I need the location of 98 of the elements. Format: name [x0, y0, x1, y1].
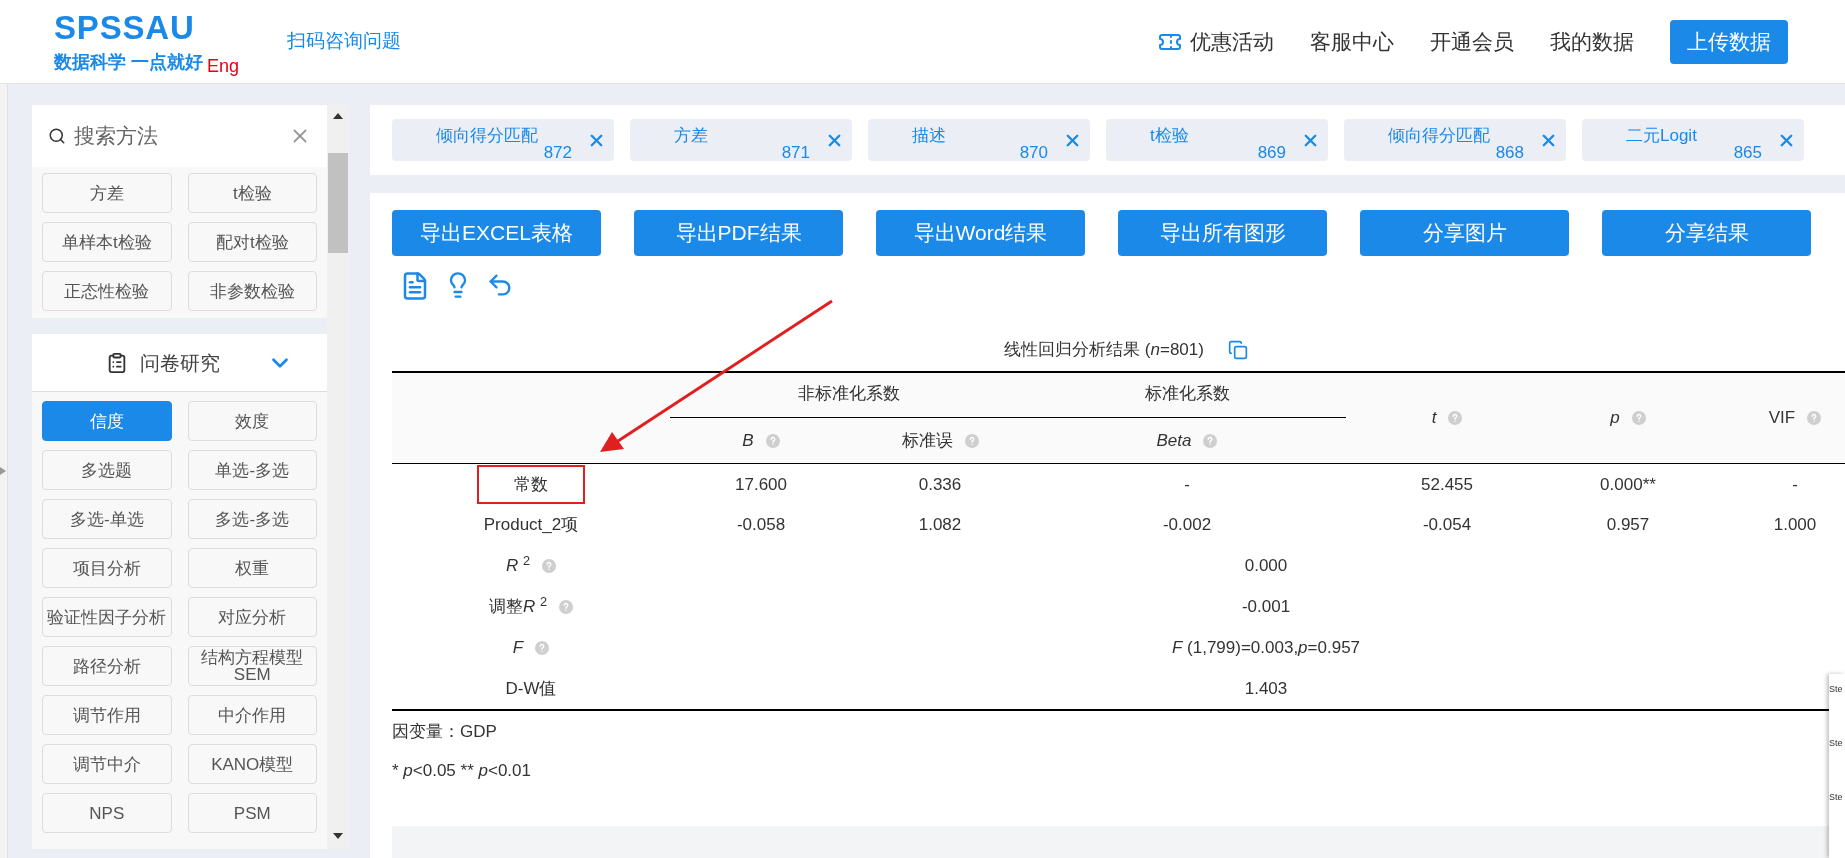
table-title: 线性回归分析结果 (n=801) [1004, 339, 1204, 361]
row-label: D-W值 [505, 677, 557, 700]
table-cell: 52.455 [1421, 474, 1473, 494]
scrollbar-thumb[interactable] [328, 153, 348, 253]
table-cell: - [1792, 474, 1798, 494]
copy-icon[interactable] [1227, 339, 1248, 360]
consult-link[interactable]: 扫码咨询问题 [287, 27, 402, 56]
collapse-arrow-icon[interactable] [0, 467, 6, 475]
method-button[interactable]: 非参数检验 [187, 271, 317, 311]
table-cell: 1.403 [1244, 678, 1288, 698]
table-cell: 0.000** [1600, 474, 1656, 494]
method-button[interactable]: 多选-单选 [42, 499, 172, 539]
method-button[interactable]: 效度 [187, 401, 317, 441]
method-button[interactable]: 配对t检验 [187, 222, 317, 262]
tab-number: 869 [1257, 141, 1286, 164]
method-button[interactable]: 正态性检验 [42, 271, 172, 311]
nav-link[interactable]: 开通会员 [1430, 25, 1514, 58]
column-header: t [1431, 408, 1437, 427]
slogan: 数据科学 一点就好 [54, 52, 203, 72]
logo[interactable]: SPSSAU [54, 11, 240, 45]
tab-label: 描述 [912, 125, 946, 147]
tab-label: 方差 [674, 125, 708, 147]
export-button[interactable]: 导出所有图形 [1118, 210, 1327, 256]
method-button[interactable]: 权重 [187, 548, 317, 588]
method-button[interactable]: 调节中介 [42, 744, 172, 784]
column-header: VIF [1768, 408, 1796, 427]
step-label[interactable]: Ste [1829, 792, 1845, 802]
table-cell: F (1,799)=0.003,p=0.957 [1171, 638, 1361, 658]
tab-number: 870 [1019, 141, 1048, 164]
method-button[interactable]: 方差 [42, 173, 172, 213]
method-button[interactable]: 多选题 [42, 450, 172, 490]
scroll-down-icon[interactable] [333, 833, 343, 839]
table-cell: 0.000 [1244, 556, 1288, 576]
tab-number: 868 [1495, 141, 1524, 164]
tab-label: 倾向得分匹配 [436, 125, 538, 147]
row-label: F [512, 637, 524, 660]
table-cell: -0.054 [1422, 515, 1472, 535]
group-header[interactable]: 问卷研究 [32, 334, 327, 392]
tab-number: 871 [781, 141, 810, 164]
method-button[interactable]: t检验 [187, 173, 317, 213]
method-button[interactable]: 验证性因子分析 [42, 597, 172, 637]
method-button[interactable]: PSM [187, 793, 317, 833]
row-label: 调整R $^{2}$ [488, 594, 548, 619]
column-header: B [742, 430, 754, 450]
step-label[interactable]: Ste [1829, 738, 1845, 748]
table-footnote: * p<0.05 ** p<0.01 [392, 761, 531, 780]
export-button[interactable]: 分享结果 [1602, 210, 1811, 256]
tab-label: 二元Logit [1626, 125, 1697, 147]
scroll-up-icon[interactable] [333, 113, 343, 119]
table-cell: 17.600 [735, 474, 787, 494]
export-button[interactable]: 导出EXCEL表格 [392, 210, 601, 256]
step-label[interactable]: Ste [1829, 684, 1845, 694]
method-button[interactable]: 路径分析 [42, 646, 172, 686]
export-button[interactable]: 导出PDF结果 [634, 210, 843, 256]
method-button[interactable]: 单选-多选 [187, 450, 317, 490]
column-header: 标准误 [901, 430, 953, 450]
table-cell: -0.002 [1162, 515, 1212, 535]
method-button[interactable]: 结构方程模型SEM [187, 646, 317, 686]
method-button[interactable]: 信度 [42, 401, 172, 441]
language-link[interactable]: Eng [207, 53, 240, 80]
table-cell: - [1184, 474, 1190, 494]
table-cell: 0.336 [918, 474, 962, 494]
method-button[interactable]: 多选-多选 [187, 499, 317, 539]
table-cell: 0.957 [1606, 515, 1650, 535]
table-cell: 1.000 [1773, 515, 1817, 535]
questionnaire-icon [106, 351, 128, 374]
tab-number: 865 [1733, 141, 1762, 164]
column-group-header: 非标准化系数 [798, 384, 900, 403]
column-header: Beta [1156, 430, 1192, 450]
nav-link[interactable]: 我的数据 [1550, 25, 1634, 58]
table-cell: -0.001 [1241, 597, 1291, 617]
search-field[interactable]: 搜索方法 [32, 105, 327, 167]
search-icon [48, 127, 66, 145]
method-button[interactable]: 单样本t检验 [42, 222, 172, 262]
tab-label: t检验 [1150, 125, 1189, 147]
row-label: Product_2项 [483, 514, 579, 537]
table-cell: 1.082 [918, 515, 962, 535]
export-button[interactable]: 导出Word结果 [876, 210, 1085, 256]
column-group-header: 标准化系数 [1144, 384, 1230, 403]
upload-button[interactable]: 上传数据 [1670, 19, 1788, 64]
tab-number: 872 [543, 141, 572, 164]
method-button[interactable]: KANO模型 [187, 744, 317, 784]
column-header: p [1610, 408, 1620, 427]
method-button[interactable]: NPS [42, 793, 172, 833]
method-button[interactable]: 对应分析 [187, 597, 317, 637]
nav-link[interactable]: 优惠活动 [1190, 25, 1274, 58]
method-button[interactable]: 调节作用 [42, 695, 172, 735]
row-label: 常数 [477, 464, 585, 504]
table-cell: -0.058 [736, 515, 786, 535]
tab-label: 倾向得分匹配 [1388, 125, 1490, 147]
table-note: 因变量：GDP [392, 721, 497, 741]
search-input[interactable]: 搜索方法 [74, 120, 281, 152]
row-label: R $^{2}$ [505, 553, 531, 578]
method-button[interactable]: 项目分析 [42, 548, 172, 588]
nav-link[interactable]: 客服中心 [1310, 25, 1394, 58]
export-button[interactable]: 分享图片 [1360, 210, 1569, 256]
method-button[interactable]: 中介作用 [187, 695, 317, 735]
group-title: 问卷研究 [140, 350, 220, 376]
